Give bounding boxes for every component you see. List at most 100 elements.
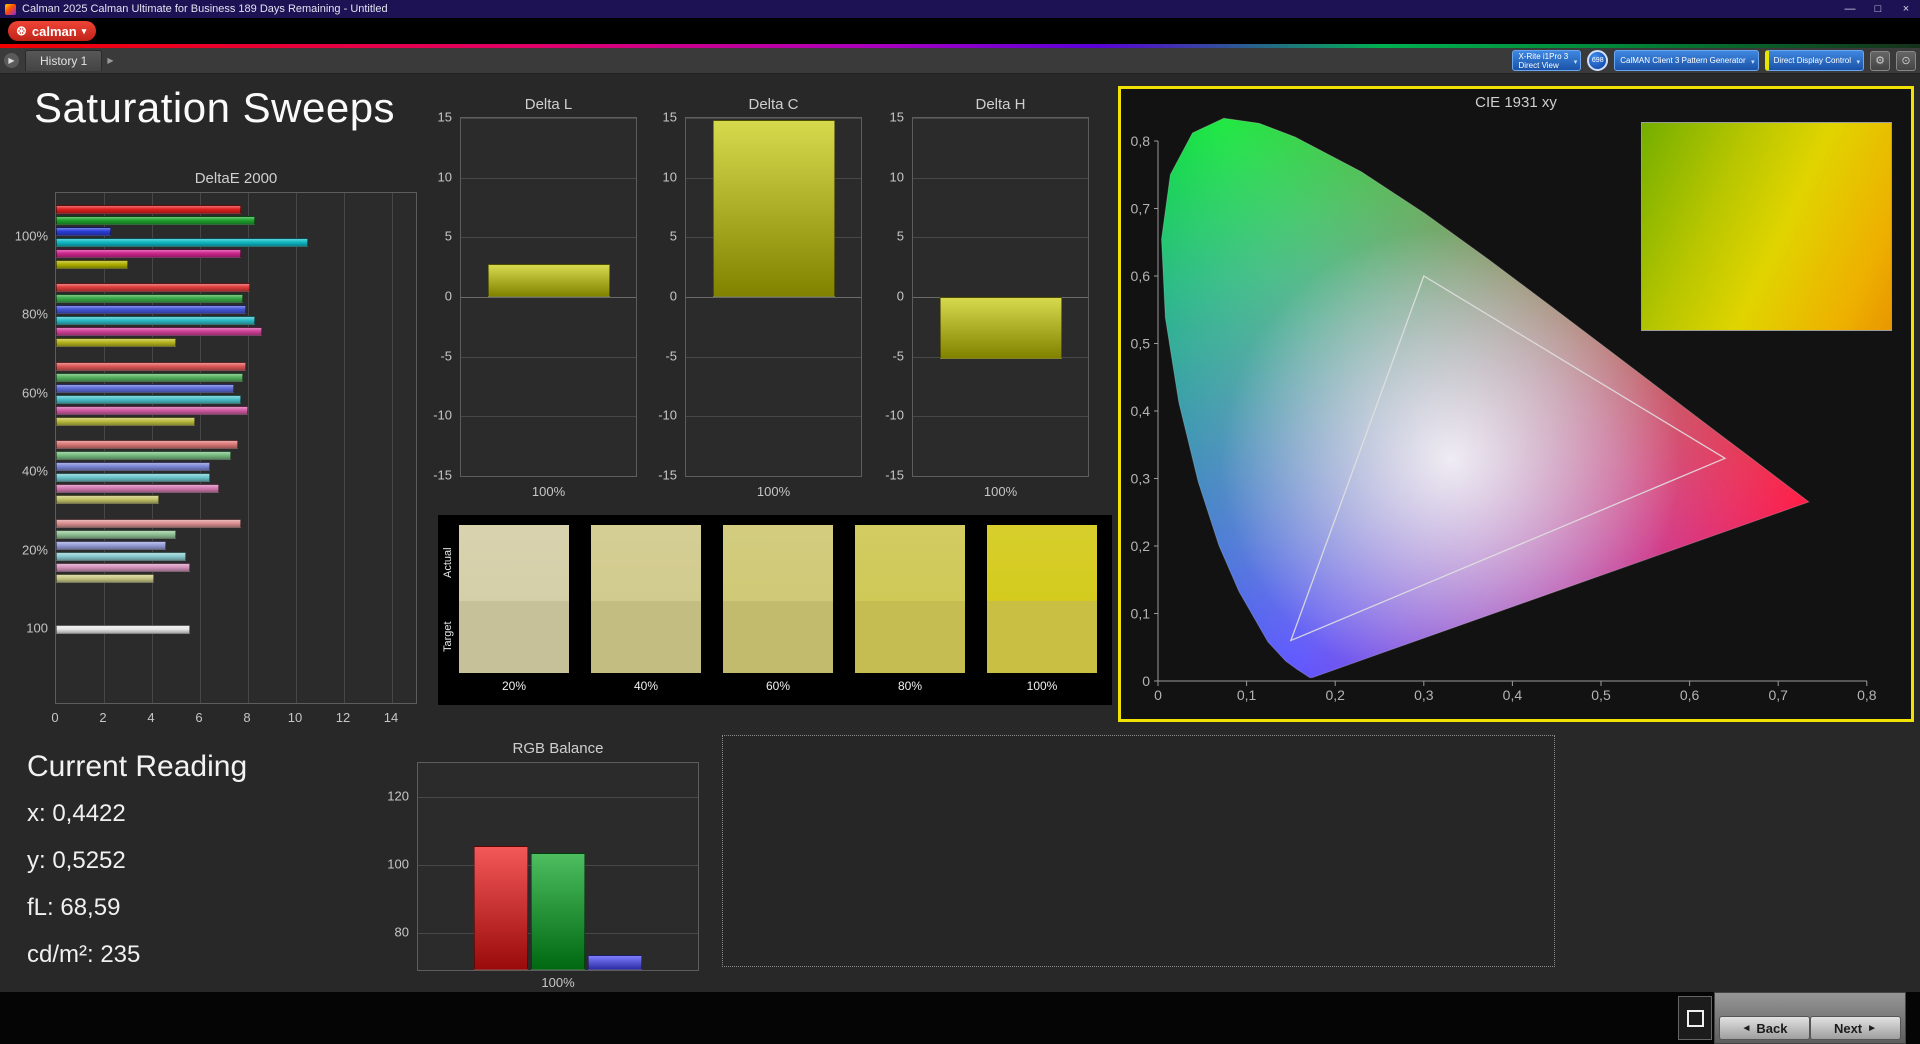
deltae-bar-red [56,205,241,214]
deltae-bar-magenta [56,249,241,258]
x-tick-label: 6 [195,710,202,725]
calman-app-window: Calman 2025 Calman Ultimate for Business… [0,0,1920,1044]
chevron-down-icon: ▾ [82,26,87,37]
svg-text:0,6: 0,6 [1680,687,1700,703]
close-button[interactable]: × [1892,3,1920,15]
chevron-right-icon: ▶ [8,56,14,65]
svg-text:0,3: 0,3 [1131,471,1151,487]
deltae-bar-yellow [56,495,159,504]
target-swatch [459,601,569,673]
y-tick-label: 80 [395,924,409,939]
svg-text:0,1: 0,1 [1131,606,1151,622]
deltae-bar-red [56,362,246,371]
current-pattern-swatch [3,996,35,1036]
next-label: Next [1834,1021,1862,1036]
deltae-bar-red [56,440,238,449]
target-swatch [855,601,965,673]
delta-l-xlabel: 100% [460,484,637,499]
deltae-chart [55,192,417,704]
tab-overflow-button[interactable]: ▶ [107,56,113,65]
y-tick-label: -15 [885,468,904,483]
reading-y: y: 0,5252 [27,847,126,875]
settings-gear-button[interactable]: ⚙ [1870,51,1890,71]
svg-text:0,4: 0,4 [1503,687,1523,703]
deltae-bar-white [56,625,190,634]
gridline [913,416,1088,417]
svg-text:0,1: 0,1 [1237,687,1257,703]
deltae-bar-green [56,216,255,225]
rgb-balance-title: RGB Balance [417,740,699,757]
rgb-balance-xlabel: 100% [417,975,699,990]
gridline [418,797,698,798]
tab-history-1[interactable]: History 1 [25,50,102,71]
swatch-label: 80% [855,679,965,693]
swatch-column: 60% [723,515,833,705]
history-nav-button[interactable]: ▶ [4,53,19,68]
next-button[interactable]: Next ► [1810,1016,1901,1040]
gridline [913,118,1088,119]
gridline [686,357,861,358]
delta-l-axis: 151050-5-10-15 [424,117,456,477]
options-button[interactable]: ⊙ [1896,51,1916,71]
y-tick-label: 5 [670,229,677,244]
reading-cdm2: cd/m²: 235 [27,941,140,969]
meter-device-button[interactable]: X-Rite i1Pro 3 Direct View ▾ [1512,50,1581,71]
y-tick-label: 15 [438,110,452,125]
gridline [461,237,636,238]
deltae-bar-yellow [56,338,176,347]
actual-target-swatch-panel: Actual Target 20%40%60%80%100% [438,515,1112,705]
y-tick-label: 10 [438,169,452,184]
gridline [686,297,861,298]
deltae-bar-cyan [56,473,210,482]
calman-menu-button[interactable]: ⊛ calman ▾ [8,21,96,41]
y-tick-label: -10 [885,408,904,423]
svg-text:0: 0 [1154,687,1162,703]
window-titlebar: Calman 2025 Calman Ultimate for Business… [0,0,1920,18]
meter-name: X-Rite i1Pro 3 [1518,52,1568,61]
deltae-bar-cyan [56,552,186,561]
app-icon [5,4,16,15]
tab-label: History 1 [40,54,87,68]
minimize-button[interactable]: ― [1836,3,1864,15]
target-swatch [591,601,701,673]
swatch-column: 80% [855,515,965,705]
deltae-bar-cyan [56,316,255,325]
x-tick-label: 2 [99,710,106,725]
gridline [686,476,861,477]
deltae-category-axis: 100%80%60%40%20%100 [8,192,52,704]
svg-text:0,5: 0,5 [1131,336,1151,352]
y-tick-label: 15 [890,110,904,125]
deltae-bar-green [56,451,231,460]
reading-x: x: 0,4422 [27,800,126,828]
pattern-window-button[interactable] [1678,996,1712,1040]
category-label: 20% [22,542,48,557]
chevron-down-icon: ▾ [1856,58,1860,67]
svg-text:0,5: 0,5 [1591,687,1611,703]
svg-text:0,8: 0,8 [1857,687,1877,703]
calman-logo-icon: ⊛ [16,23,27,39]
gridline [461,297,636,298]
pattern-generator-button[interactable]: CalMAN Client 3 Pattern Generator ▾ [1614,50,1758,71]
actual-swatch [459,525,569,601]
rgb-balance-chart [417,762,699,971]
display-control-button[interactable]: Direct Display Control ▾ [1765,50,1864,71]
back-arrow-icon: ◄ [1742,1023,1752,1034]
back-button[interactable]: ◄ Back [1719,1016,1810,1040]
cie-zoom-inset [1641,122,1892,331]
actual-swatch [591,525,701,601]
gridline [686,118,861,119]
swatch-label: 20% [459,679,569,693]
actual-swatch [855,525,965,601]
maximize-button[interactable]: □ [1864,3,1892,15]
next-arrow-icon: ► [1867,1023,1877,1034]
delta-c-xlabel: 100% [685,484,862,499]
delta-h-chart [912,117,1089,477]
svg-text:0,7: 0,7 [1131,201,1151,217]
delta-c-axis: 151050-5-10-15 [649,117,681,477]
deltae-bar-green [56,530,176,539]
svg-text:0,2: 0,2 [1131,538,1151,554]
meter-status-badge[interactable]: 698 [1587,50,1608,71]
deltae-bar-cyan [56,395,241,404]
tools-icon: ⊙ [1901,54,1910,67]
deltae-bar-blue [56,227,111,236]
